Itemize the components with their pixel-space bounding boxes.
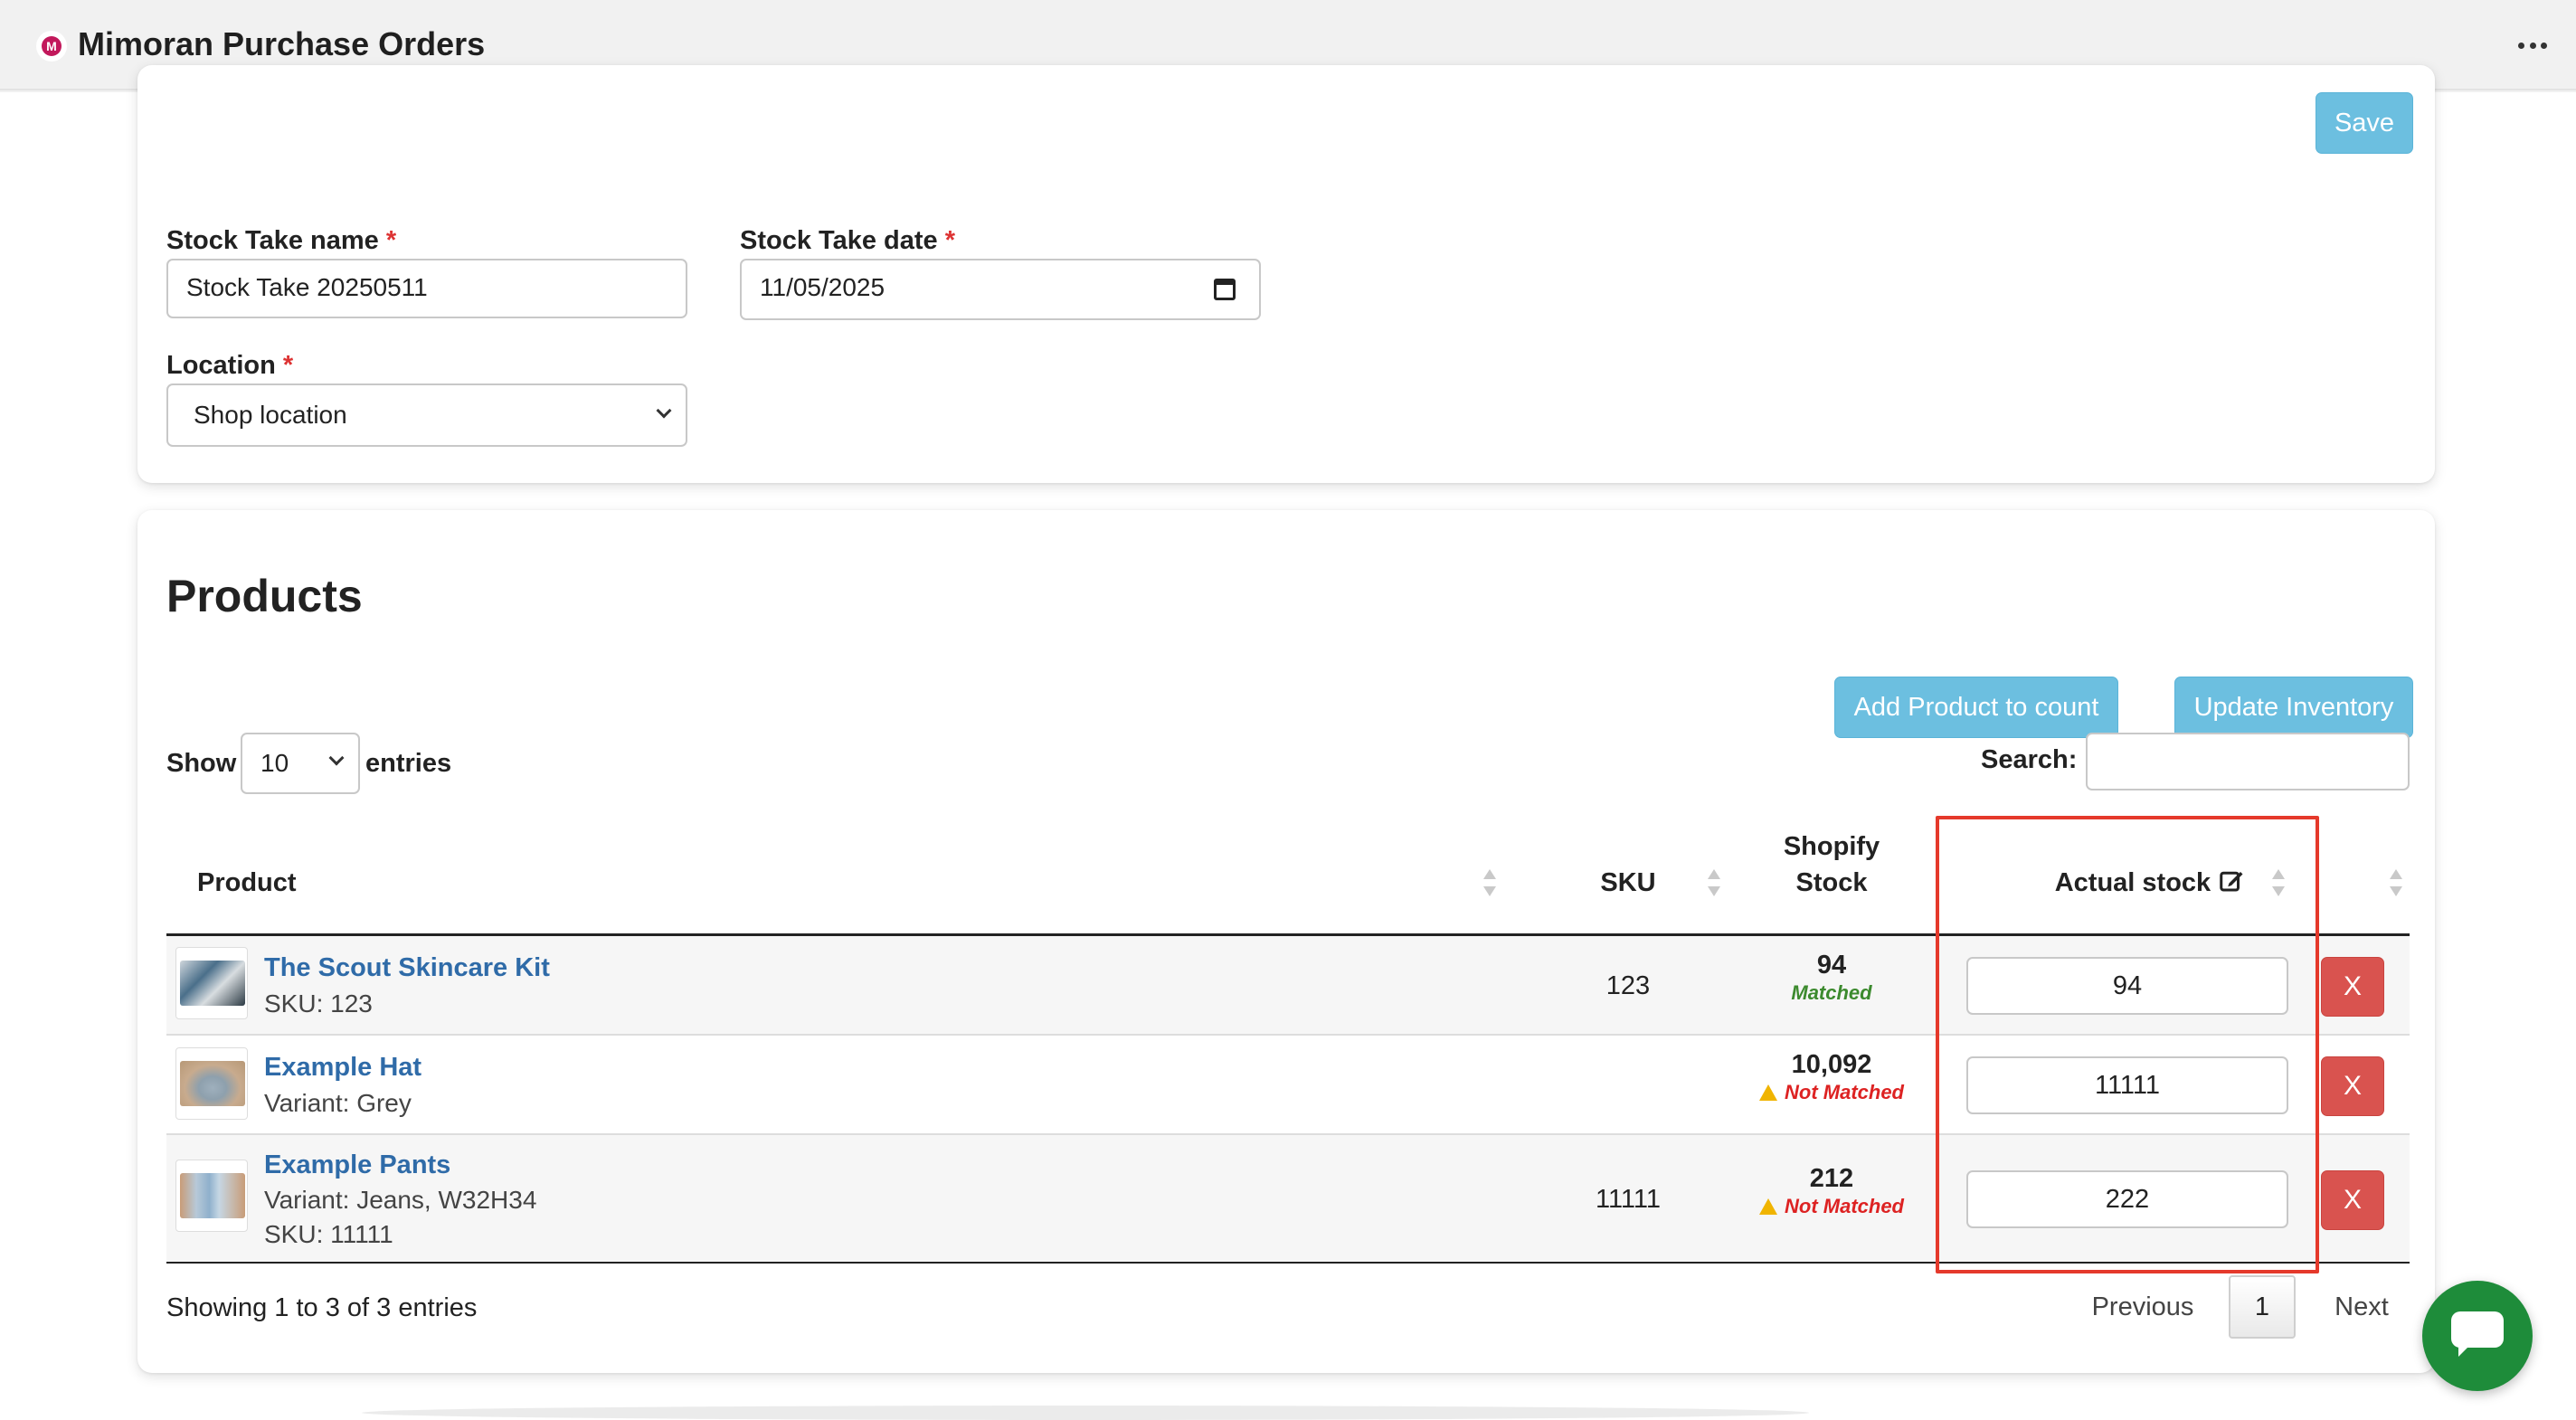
pagination-previous[interactable]: Previous — [2084, 1277, 2202, 1337]
column-sku[interactable]: SKU — [1592, 865, 1664, 901]
more-icon[interactable] — [2513, 27, 2552, 63]
stock-take-date-label-text: Stock Take date — [740, 226, 938, 255]
shopify-stock-value: 212 — [1809, 1164, 1854, 1193]
stock-take-date-value: 11/05/2025 — [760, 273, 886, 301]
column-shopify-stock-line2[interactable]: Stock — [1773, 865, 1890, 901]
location-select[interactable]: Shop location — [166, 383, 687, 447]
entries-select[interactable]: 10 — [241, 733, 360, 794]
calendar-icon[interactable] — [1214, 279, 1236, 300]
search-input[interactable] — [2086, 733, 2410, 790]
chat-icon-tail — [2458, 1344, 2471, 1357]
product-image — [180, 1061, 245, 1106]
pagination-page-1[interactable]: 1 — [2229, 1275, 2296, 1339]
add-product-button[interactable]: Add Product to count — [1834, 677, 2118, 738]
chat-icon — [2451, 1311, 2504, 1348]
product-detail: Variant: Grey — [264, 1089, 412, 1117]
chevron-down-icon — [328, 750, 345, 766]
remove-row-button[interactable]: X — [2321, 1056, 2384, 1116]
required-mark: * — [282, 351, 294, 380]
products-card: Products Add Product to count Update Inv… — [137, 510, 2435, 1373]
product-link[interactable]: The Scout Skincare Kit — [264, 951, 550, 984]
products-title: Products — [166, 571, 363, 621]
column-shopify-stock-line1[interactable]: Shopify — [1773, 828, 1890, 865]
product-link[interactable]: Example Pants — [264, 1149, 450, 1181]
location-label-text: Location — [166, 351, 276, 380]
required-mark: * — [385, 226, 397, 255]
stock-take-name-label: Stock Take name * — [166, 224, 396, 257]
entries-select-value: 10 — [260, 749, 289, 777]
stock-take-name-label-text: Stock Take name — [166, 226, 379, 255]
product-detail: SKU: 123 — [264, 989, 373, 1018]
show-label: Show — [166, 749, 237, 778]
update-inventory-button[interactable]: Update Inventory — [2174, 677, 2413, 738]
sort-icon[interactable] — [2390, 869, 2402, 896]
sku-cell: 11111 — [1595, 1185, 1662, 1214]
chat-button[interactable] — [2422, 1281, 2533, 1391]
warning-icon — [1759, 1084, 1777, 1101]
location-label: Location * — [166, 349, 293, 382]
sort-icon[interactable] — [1483, 869, 1496, 896]
app-title: Mimoran Purchase Orders — [78, 25, 486, 62]
table-info: Showing 1 to 3 of 3 entries — [166, 1293, 478, 1322]
product-image — [180, 1173, 245, 1218]
app-logo-mark: M — [42, 36, 62, 56]
product-thumbnail — [175, 1047, 248, 1120]
stock-take-date-label: Stock Take date * — [740, 224, 955, 257]
entries-label: entries — [365, 749, 452, 778]
product-image — [180, 961, 245, 1006]
stock-take-name-input[interactable]: Stock Take 20250511 — [166, 259, 687, 318]
search-label: Search: — [1981, 745, 2078, 774]
product-detail: Variant: Jeans, W32H34 — [264, 1186, 537, 1214]
stock-take-date-input[interactable]: 11/05/2025 — [740, 259, 1261, 320]
stock-status-text: Not Matched — [1785, 1195, 1904, 1217]
bottom-card-shadow — [362, 1406, 1809, 1420]
stock-status-not-matched: Not Matched — [1728, 1080, 1936, 1105]
product-sku-detail: SKU: 11111 — [264, 1220, 393, 1248]
chevron-down-icon — [656, 402, 672, 419]
location-select-value: Shop location — [194, 401, 347, 429]
shopify-stock-value: 94 — [1816, 951, 1847, 980]
stock-take-form-card: Save Stock Take name * Stock Take 202505… — [137, 65, 2435, 483]
main-content: Save Stock Take name * Stock Take 202505… — [0, 65, 2576, 1420]
actual-stock-highlight — [1936, 816, 2319, 1273]
required-mark: * — [944, 226, 956, 255]
product-thumbnail — [175, 1160, 248, 1232]
product-link[interactable]: Example Hat — [264, 1051, 421, 1084]
sku-cell: 123 — [1605, 971, 1651, 1000]
pagination-next[interactable]: Next — [2321, 1277, 2402, 1337]
product-thumbnail — [175, 947, 248, 1019]
stock-status-not-matched: Not Matched — [1728, 1194, 1936, 1219]
shopify-stock-value: 10,092 — [1791, 1050, 1872, 1079]
stock-status-text: Not Matched — [1785, 1081, 1904, 1103]
app-logo: M — [36, 31, 67, 62]
save-button[interactable]: Save — [2316, 92, 2413, 154]
warning-icon — [1759, 1198, 1777, 1215]
remove-row-button[interactable]: X — [2321, 957, 2384, 1017]
remove-row-button[interactable]: X — [2321, 1170, 2384, 1230]
column-product[interactable]: Product — [197, 865, 297, 901]
stock-status-matched: Matched — [1791, 981, 1872, 1004]
sort-icon[interactable] — [1708, 869, 1720, 896]
